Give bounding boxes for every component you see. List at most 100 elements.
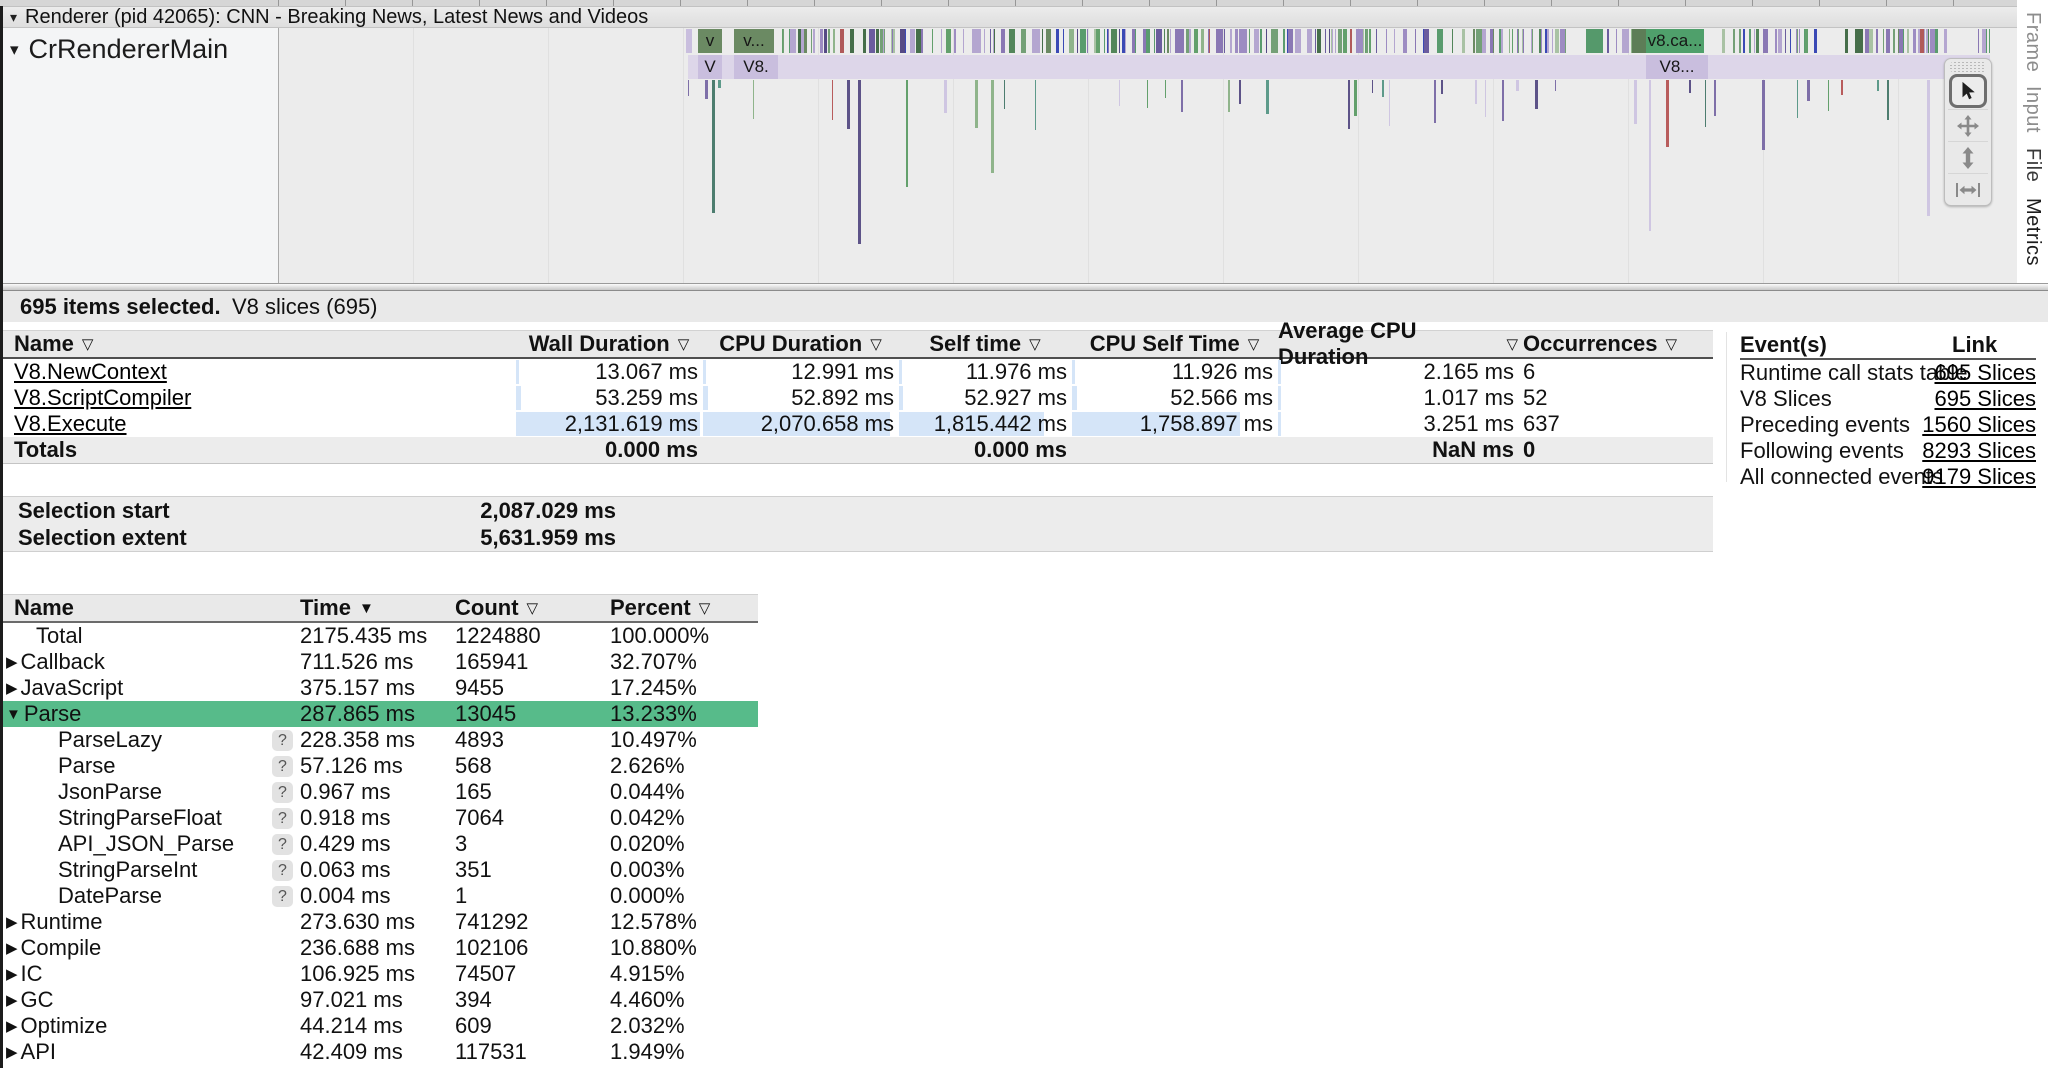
collapsed-triangle-icon[interactable]: ▶	[6, 939, 18, 957]
sort-triangle-icon[interactable]: ▽	[678, 335, 690, 353]
slice-name-anchor[interactable]: V8.NewContext	[14, 359, 167, 385]
sort-triangle-icon[interactable]: ▽	[82, 335, 94, 353]
stats-row-GC[interactable]: ▶GC97.021 ms3944.460%	[0, 987, 758, 1013]
collapsed-triangle-icon[interactable]: ▶	[6, 991, 18, 1009]
flame-block[interactable]	[686, 29, 692, 53]
sort-triangle-icon[interactable]: ▽	[1506, 335, 1518, 353]
stats-time: 711.526 ms	[300, 649, 413, 675]
help-icon[interactable]: ?	[272, 886, 293, 907]
collapsed-triangle-icon[interactable]: ▶	[6, 913, 18, 931]
stats-row-IC[interactable]: ▶IC106.925 ms745074.915%	[0, 961, 758, 987]
event-link-cell[interactable]: 695 Slices	[1860, 360, 2036, 386]
side-tab-metrics[interactable]: Metrics	[2021, 198, 2044, 266]
stats-row-Callback[interactable]: ▶Callback711.526 ms16594132.707%	[0, 649, 758, 675]
flame-stripe	[904, 29, 906, 53]
column-header-self-time[interactable]: Self time▽	[899, 331, 1071, 357]
help-icon[interactable]: ?	[272, 808, 293, 829]
column-header-wall-duration[interactable]: Wall Duration▽	[516, 331, 702, 357]
slice-name-link[interactable]: V8.NewContext	[14, 359, 167, 385]
event-link-cell[interactable]: 8293 Slices	[1860, 438, 2036, 464]
flame-slice-v8[interactable]: V8.	[734, 55, 778, 79]
tab-v8-slices[interactable]: V8 slices (695)	[232, 294, 378, 320]
slices-link[interactable]: 695 Slices	[1934, 386, 2036, 412]
selection-tool-button[interactable]	[1949, 74, 1987, 108]
collapsed-triangle-icon[interactable]: ▶	[6, 1043, 18, 1061]
column-header-cpu-self-time[interactable]: CPU Self Time▽	[1072, 331, 1277, 357]
slice-name-anchor[interactable]: V8.ScriptCompiler	[14, 385, 191, 411]
slice-name-link[interactable]: V8.ScriptCompiler	[14, 385, 191, 411]
stats-row-ParseLazy[interactable]: ParseLazy?228.358 ms489310.497%	[0, 727, 758, 753]
stats-header-percent[interactable]: Percent▽	[610, 595, 710, 621]
slices-link[interactable]: 1560 Slices	[1922, 412, 2036, 438]
help-icon[interactable]: ?	[272, 730, 293, 751]
flame-slice-v8[interactable]: v	[698, 29, 722, 53]
flame-slice-v8[interactable]: V8...	[1646, 55, 1708, 79]
help-icon[interactable]: ?	[272, 782, 293, 803]
sort-triangle-icon[interactable]: ▽	[1029, 335, 1041, 353]
collapsed-triangle-icon[interactable]: ▶	[6, 653, 18, 671]
column-header-average-cpu-duration[interactable]: Average CPU Duration▽	[1278, 331, 1518, 357]
column-header-name[interactable]: Name▽	[14, 331, 134, 357]
collapsed-triangle-icon[interactable]: ▶	[6, 965, 18, 983]
slice-name-link[interactable]: V8.Execute	[14, 411, 127, 437]
stats-row-StringParseFloat[interactable]: StringParseFloat?0.918 ms70640.042%	[0, 805, 758, 831]
stats-row-API[interactable]: ▶API42.409 ms1175311.949%	[0, 1039, 758, 1065]
stats-row-Compile[interactable]: ▶Compile236.688 ms10210610.880%	[0, 935, 758, 961]
value-bar	[516, 386, 521, 410]
side-tab-file[interactable]: File	[2021, 148, 2044, 182]
stats-row-Runtime[interactable]: ▶Runtime273.630 ms74129212.578%	[0, 909, 758, 935]
stats-row-StringParseInt[interactable]: StringParseInt?0.063 ms3510.003%	[0, 857, 758, 883]
stats-row-JsonParse[interactable]: JsonParse?0.967 ms1650.044%	[0, 779, 758, 805]
timing-tool-button[interactable]	[1948, 173, 1988, 205]
event-link-cell[interactable]: 695 Slices	[1860, 386, 2036, 412]
stats-row-Parse[interactable]: ▼Parse287.865 ms1304513.233%	[0, 701, 758, 727]
flame-block[interactable]	[1632, 29, 1646, 53]
slices-link[interactable]: 8293 Slices	[1922, 438, 2036, 464]
track-area[interactable]: v v... v8.ca... V V8. V8... ▾ CrRendererMain	[0, 28, 2019, 283]
process-header-bar[interactable]: ▾ Renderer (pid 42065): CNN - Breaking N…	[0, 7, 2017, 28]
event-link-cell[interactable]: 9179 Slices	[1860, 464, 2036, 490]
collapse-triangle-icon[interactable]: ▾	[10, 40, 19, 60]
slices-link[interactable]: 695 Slices	[1934, 360, 2036, 386]
expanded-triangle-icon[interactable]: ▼	[6, 706, 21, 723]
column-header-occurrences[interactable]: Occurrences▽	[1523, 331, 1703, 357]
help-icon[interactable]: ?	[272, 834, 293, 855]
side-tab-input[interactable]: Input	[2021, 86, 2044, 133]
collapsed-triangle-icon[interactable]: ▶	[6, 679, 18, 697]
flame-slice-v8[interactable]: V	[698, 55, 722, 79]
flame-slice-v8[interactable]: v8.ca...	[1646, 29, 1704, 53]
sort-triangle-icon[interactable]: ▽	[1666, 335, 1678, 353]
stats-row-DateParse[interactable]: DateParse?0.004 ms10.000%	[0, 883, 758, 909]
thread-row-header[interactable]: ▾ CrRendererMain	[10, 34, 278, 65]
stats-row-API_JSON_Parse[interactable]: API_JSON_Parse?0.429 ms30.020%	[0, 831, 758, 857]
palette-drag-handle[interactable]	[1950, 62, 1986, 72]
stats-row-JavaScript[interactable]: ▶JavaScript375.157 ms945517.245%	[0, 675, 758, 701]
flame-chart[interactable]: v v... v8.ca... V V8. V8...	[0, 28, 2017, 283]
slices-link[interactable]: 9179 Slices	[1922, 464, 2036, 490]
zoom-tool-button[interactable]	[1948, 141, 1988, 173]
stats-row-Optimize[interactable]: ▶Optimize44.214 ms6092.032%	[0, 1013, 758, 1039]
stats-header-name[interactable]: Name	[14, 595, 74, 621]
collapse-triangle-icon[interactable]: ▾	[10, 9, 17, 26]
tool-palette[interactable]	[1944, 58, 1992, 206]
sort-triangle-icon[interactable]: ▼	[359, 600, 374, 617]
stats-header-count[interactable]: Count▽	[455, 595, 538, 621]
event-link-cell[interactable]: 1560 Slices	[1860, 412, 2036, 438]
stats-header-time[interactable]: Time▼	[300, 595, 374, 621]
stats-row-Total[interactable]: Total2175.435 ms1224880100.000%	[0, 623, 758, 649]
help-icon[interactable]: ?	[272, 756, 293, 777]
collapsed-triangle-icon[interactable]: ▶	[6, 1017, 18, 1035]
flame-block[interactable]	[1586, 29, 1603, 53]
side-tab-frame[interactable]: Frame	[2021, 12, 2044, 72]
flame-slice-v8[interactable]: v...	[734, 29, 774, 53]
slice-name-anchor[interactable]: V8.Execute	[14, 411, 127, 437]
horizontal-splitter[interactable]	[0, 283, 2048, 291]
sort-triangle-icon[interactable]: ▽	[1248, 335, 1260, 353]
column-header-cpu-duration[interactable]: CPU Duration▽	[703, 331, 898, 357]
pan-tool-button[interactable]	[1948, 109, 1988, 141]
sort-triangle-icon[interactable]: ▽	[870, 335, 882, 353]
help-icon[interactable]: ?	[272, 860, 293, 881]
stats-row-Parse[interactable]: Parse?57.126 ms5682.626%	[0, 753, 758, 779]
sort-triangle-icon[interactable]: ▽	[699, 599, 711, 617]
sort-triangle-icon[interactable]: ▽	[527, 599, 539, 617]
